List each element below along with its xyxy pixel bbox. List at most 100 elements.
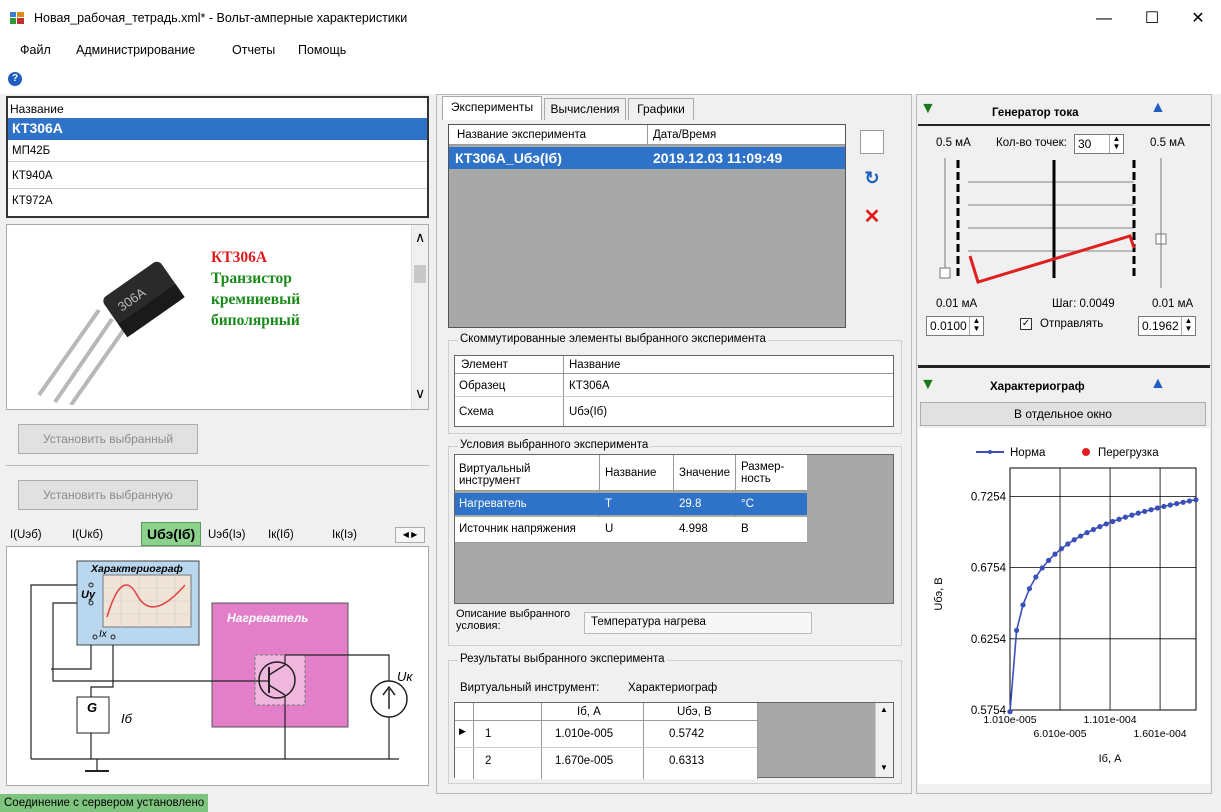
data-point xyxy=(1186,498,1193,504)
legend-marker-overload xyxy=(1082,448,1090,456)
conditions-header: Размер-ность xyxy=(741,461,785,485)
y-tick-label: 0.6754 xyxy=(971,563,1007,575)
condition-row-heater[interactable]: Нагреватель T 29.8 °C xyxy=(455,493,807,515)
legend-marker-norm xyxy=(988,450,992,454)
install-device-button[interactable]: Установить выбранный xyxy=(18,424,198,454)
characterograph-chart: Норма Перегрузка 0.57540.62540.67540.725… xyxy=(933,447,1199,765)
results-cell: 1.010e-005 xyxy=(555,728,614,740)
conditions-table: Виртуальный инструмент Название Значение… xyxy=(454,454,894,604)
data-point xyxy=(1071,537,1077,543)
tab-ik-ie[interactable]: Iк(Iэ) xyxy=(332,524,357,546)
commuted-title: Скоммутированные элементы выбранного экс… xyxy=(458,333,768,345)
description-scrollbar[interactable]: ∧ ∨ xyxy=(411,225,428,409)
experiments-header-date: Дата/Время xyxy=(653,129,717,141)
conditions-header: Название xyxy=(605,467,657,479)
data-point xyxy=(1065,541,1071,547)
move-up-icon[interactable]: ▲ xyxy=(1150,375,1166,393)
refresh-icon[interactable]: ↻ xyxy=(860,168,884,192)
data-point xyxy=(1167,502,1173,508)
generator-waveform xyxy=(939,158,1167,288)
ix-label: Ix xyxy=(99,629,107,640)
data-point xyxy=(1020,602,1026,608)
menu-reports[interactable]: Отчеты xyxy=(232,43,275,57)
ib-label: Iб xyxy=(121,711,132,726)
y-tick-label: 0.7254 xyxy=(971,491,1007,503)
results-cell: 0.6313 xyxy=(669,755,705,767)
tab-prev-icon[interactable]: ◀ xyxy=(403,530,409,539)
results-scrollbar[interactable]: ▲ ▼ xyxy=(875,703,893,777)
device-item-mp42b[interactable]: МП42Б xyxy=(12,145,50,157)
results-table: Iб, А Uбэ, В ▶ 1 1.010e-005 0.5742 2 1.6… xyxy=(454,702,894,779)
maximize-button[interactable]: ☐ xyxy=(1129,6,1175,32)
results-instrument-label: Виртуальный инструмент: xyxy=(460,682,600,694)
tab-next-icon[interactable]: ▶ xyxy=(411,530,417,539)
send-checkbox[interactable]: ✓ xyxy=(1020,318,1032,330)
commuted-cell: Схема xyxy=(459,406,494,418)
data-point xyxy=(1116,516,1122,522)
circuit-diagram: Характериограф Uy Ix Нагреватель G Iб Uк xyxy=(6,546,429,786)
data-point xyxy=(1033,574,1039,580)
generator-title: Генератор тока xyxy=(992,107,1079,119)
x-tick-label: 1.601e-004 xyxy=(1134,728,1187,740)
help-icon[interactable]: ? xyxy=(8,72,22,86)
results-title: Результаты выбранного эксперимента xyxy=(458,653,667,665)
tab-calculations[interactable]: Вычисления xyxy=(544,98,626,120)
tab-ube-ib[interactable]: Uбэ(Iб) xyxy=(141,522,202,546)
tab-ueb-ie[interactable]: Uэб(Iэ) xyxy=(208,524,245,546)
move-up-icon[interactable]: ▲ xyxy=(1150,99,1166,117)
tab-nav-buttons[interactable]: ◀ ▶ xyxy=(395,527,425,543)
device-list: Название КТ306А МП42Б КТ940А КТ972А xyxy=(6,96,429,218)
y-tick-label: 0.6254 xyxy=(971,634,1007,646)
device-item-kt306a[interactable]: КТ306А xyxy=(8,118,427,140)
commuted-header-name: Название xyxy=(569,359,621,371)
device-item-kt972a[interactable]: КТ972А xyxy=(12,195,53,207)
results-cell: 0.5742 xyxy=(669,728,705,740)
commuted-cell: КТ306А xyxy=(569,380,610,392)
tab-i-ukb[interactable]: I(Uкб) xyxy=(72,524,103,546)
legend-overload: Перегрузка xyxy=(1098,447,1159,459)
tab-i-ueb[interactable]: I(Uэб) xyxy=(10,524,42,546)
condition-desc-field[interactable]: Температура нагрева xyxy=(584,612,812,634)
window-title: Новая_рабочая_тетрадь.xml* - Вольт-ампер… xyxy=(34,11,408,25)
device-item-kt940a[interactable]: КТ940А xyxy=(12,170,53,182)
min-current-spinner[interactable]: 0.0100 ▲ ▼ xyxy=(926,316,984,336)
gen-bottom-right-label: 0.01 мА xyxy=(1152,298,1194,310)
experiment-row[interactable]: КТ306А_Uбэ(Iб) 2019.12.03 11:09:49 xyxy=(449,147,845,169)
minimize-button[interactable]: — xyxy=(1081,6,1127,32)
menu-help[interactable]: Помощь xyxy=(298,43,346,57)
results-header: Uбэ, В xyxy=(677,706,712,718)
description-text: КТ306А Транзистор кремниевый биполярный xyxy=(211,249,301,329)
data-point xyxy=(1154,505,1161,511)
close-button[interactable]: ✕ xyxy=(1175,6,1221,32)
conditions-header: Виртуальный инструмент xyxy=(459,463,531,487)
open-in-window-button[interactable]: В отдельное окно xyxy=(920,402,1206,426)
menu-file[interactable]: Файл xyxy=(20,43,51,57)
heater-label: Нагреватель xyxy=(227,611,309,625)
data-point xyxy=(1180,499,1186,505)
experiments-list: Название эксперимента Дата/Время КТ306А_… xyxy=(448,124,846,328)
data-point xyxy=(1026,586,1033,592)
max-current-spinner[interactable]: 0.1962 ▲ ▼ xyxy=(1138,316,1196,336)
commuted-table: Элемент Название Образец КТ306А Схема Uб… xyxy=(454,355,894,427)
points-count-spinner[interactable]: 30 ▲ ▼ xyxy=(1074,134,1124,154)
condition-row-source[interactable]: Источник напряжения U 4.998 В xyxy=(455,517,807,543)
menu-administration[interactable]: Администрирование xyxy=(76,43,195,57)
data-point xyxy=(1097,524,1103,530)
tab-ik-ib[interactable]: Iк(Iб) xyxy=(268,524,294,546)
x-tick-label: 1.101e-004 xyxy=(1083,714,1136,726)
delete-icon[interactable]: ✕ xyxy=(860,204,884,228)
tab-graphs[interactable]: Графики xyxy=(628,98,694,120)
data-point xyxy=(1014,627,1020,634)
data-point xyxy=(1129,512,1135,518)
circuit-svg xyxy=(30,560,408,772)
tab-experiments[interactable]: Эксперименты xyxy=(442,96,542,120)
right-scrollbar[interactable] xyxy=(1212,96,1221,794)
collapse-down-icon[interactable]: ▼ xyxy=(920,376,936,394)
data-point xyxy=(1007,709,1013,715)
device-description: 306А КТ306А Транзистор кремниевый биполя… xyxy=(6,224,429,410)
data-point xyxy=(1090,526,1097,533)
commuted-cell: Образец xyxy=(459,380,506,392)
new-experiment-icon[interactable] xyxy=(860,130,884,154)
install-scheme-button[interactable]: Установить выбранную xyxy=(18,480,198,510)
collapse-down-icon[interactable]: ▼ xyxy=(920,100,936,118)
